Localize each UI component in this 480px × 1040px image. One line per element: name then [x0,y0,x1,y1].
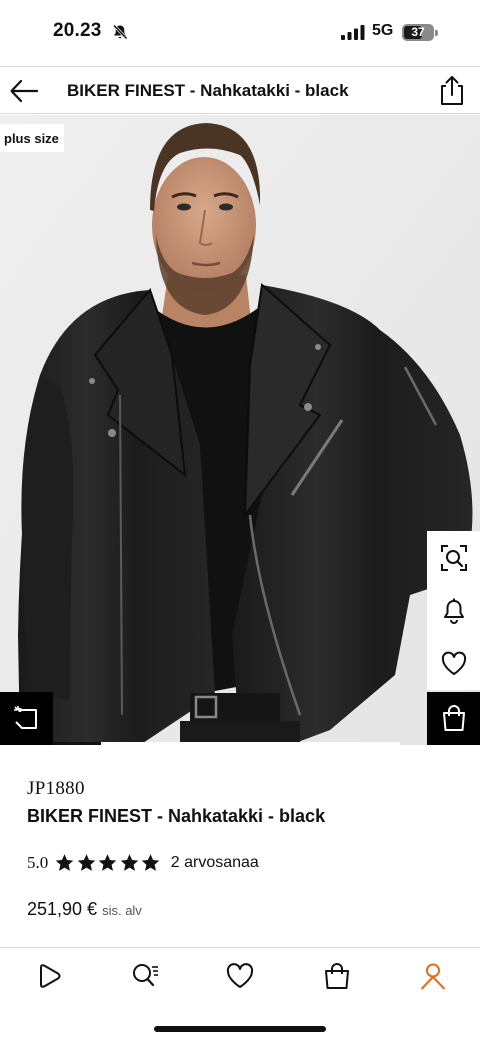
product-photo [0,115,480,745]
bell-mute-icon [112,24,128,40]
bag-icon[interactable] [322,961,352,991]
rating-row[interactable]: 5.0 2 arvosanaa [27,853,259,873]
share-icon[interactable] [437,75,467,107]
header-title: BIKER FINEST - Nahkatakki - black [67,81,349,100]
product-header: BIKER FINEST - Nahkatakki - black [0,66,480,114]
star-icon [142,854,160,871]
product-info: JP1880 BIKER FINEST - Nahkatakki - black… [0,745,480,945]
user-icon[interactable] [418,961,448,991]
signal-icon [341,25,365,40]
status-bar: 20.23 5G 37 [0,0,480,66]
price-row: 251,90 € sis. alv [27,899,142,920]
image-side-actions [427,531,480,690]
rating-stars [54,853,162,873]
price: 251,90 € [27,899,98,919]
vat-note: sis. alv [102,903,142,918]
product-name: BIKER FINEST - Nahkatakki - black [27,806,326,826]
status-time: 20.23 [53,20,102,41]
add-to-bag-button[interactable] [427,692,480,745]
visual-search-icon [441,545,467,571]
battery-level: 37 [411,25,425,39]
heart-icon [441,651,467,675]
bell-icon [444,598,464,624]
star-icon [77,854,95,871]
notify-button[interactable] [427,584,480,637]
battery-icon: 37 [402,22,438,42]
similar-items-button[interactable] [0,692,53,745]
shopping-bag-icon [443,705,465,731]
home-indicator[interactable] [154,1026,326,1032]
bottom-navigation [0,947,480,1040]
heart-icon[interactable] [225,961,255,991]
network-type: 5G [372,22,394,39]
visual-search-button[interactable] [427,531,480,584]
star-icon [120,854,138,871]
play-icon[interactable] [34,961,64,991]
back-arrow-icon[interactable] [8,75,40,107]
star-icon [56,854,74,871]
rating-value: 5.0 [27,853,49,872]
wishlist-button[interactable] [427,637,480,690]
search-list-icon[interactable] [130,961,160,991]
product-image[interactable]: plus size [0,115,480,745]
brand-name[interactable]: JP1880 [27,778,85,800]
plus-size-badge: plus size [0,124,64,152]
tag-icon [14,706,37,729]
rating-count: 2 arvosanaa [170,854,259,871]
star-icon [99,854,117,871]
